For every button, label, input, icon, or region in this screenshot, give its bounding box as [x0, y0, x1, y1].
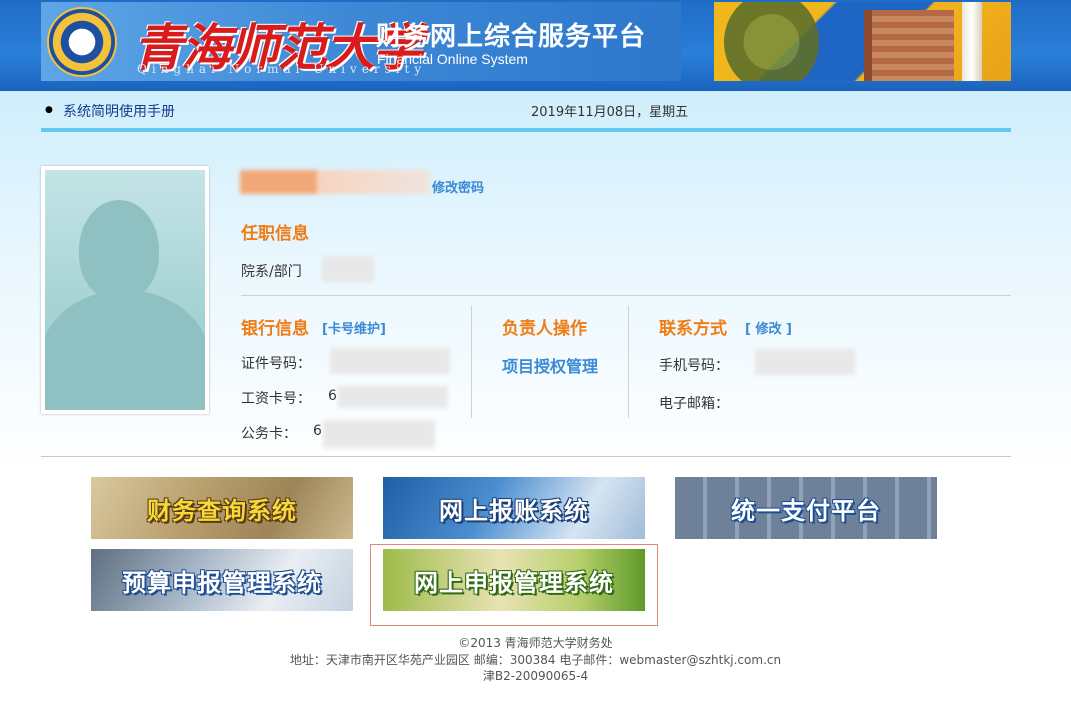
project-auth-link[interactable]: 项目授权管理: [502, 353, 598, 377]
phone-redacted: [755, 349, 855, 375]
official-card-label: 公务卡：: [241, 426, 297, 442]
official-card-redacted: [323, 420, 435, 448]
divider: [241, 295, 1011, 296]
university-seal-icon: [47, 7, 117, 77]
tile-label: 网上申报管理系统: [414, 568, 614, 597]
building-graphic: [864, 10, 954, 81]
user-name-redacted: [240, 170, 430, 194]
tile-label: 财务查询系统: [147, 496, 297, 525]
budget-declaration-tile[interactable]: 预算申报管理系统: [91, 549, 353, 611]
university-logo-banner: 青海师范大学 Qinghai Normal University 财务网上综合服…: [41, 2, 681, 81]
department-label: 院系/部门: [241, 264, 302, 280]
footer-address: 地址：天津市南开区华苑产业园区 邮编：300384 电子邮件：webmaster…: [289, 653, 782, 667]
id-number-redacted: [330, 348, 450, 374]
unified-payment-tile[interactable]: 统一支付平台: [675, 477, 937, 539]
footer-copyright: ©2013 青海师范大学财务处: [458, 636, 613, 650]
silhouette-head: [79, 200, 159, 300]
tile-label: 网上报账系统: [439, 496, 589, 525]
system-subtitle: Financial Online System: [377, 51, 528, 67]
column-graphic: [962, 2, 982, 81]
online-reimbursement-tile[interactable]: 网上报账系统: [383, 477, 645, 539]
department-value-redacted: [322, 256, 374, 282]
finance-query-tile[interactable]: 财务查询系统: [91, 477, 353, 539]
user-manual-link[interactable]: 系统简明使用手册: [45, 101, 175, 121]
system-title: 财务网上综合服务平台: [376, 21, 647, 51]
official-card-prefix: 6: [313, 423, 322, 439]
manager-ops-title: 负责人操作: [502, 319, 587, 339]
footer-license: 津B2-20090065-4: [482, 669, 589, 683]
avatar: [41, 166, 209, 414]
contact-title: 联系方式: [659, 319, 727, 339]
job-info-title: 任职信息: [241, 224, 309, 244]
id-number-label: 证件号码：: [241, 356, 311, 372]
tree-graphic: [724, 2, 819, 81]
column-divider: [471, 306, 472, 418]
salary-card-redacted: [338, 386, 448, 408]
current-date: 2019年11月08日，星期五: [531, 105, 689, 120]
nav-row: 系统简明使用手册 2019年11月08日，星期五: [41, 92, 1011, 132]
header-bar: 青海师范大学 Qinghai Normal University 财务网上综合服…: [0, 0, 1071, 91]
tile-label: 预算申报管理系统: [122, 568, 322, 597]
silhouette-body: [45, 290, 205, 410]
column-divider: [628, 306, 629, 418]
salary-card-label: 工资卡号：: [241, 391, 311, 407]
email-label: 电子邮箱：: [659, 396, 729, 412]
tile-label: 统一支付平台: [731, 496, 881, 525]
change-password-link[interactable]: 修改密码: [432, 177, 484, 196]
divider: [41, 456, 1011, 457]
card-maintain-link[interactable]: [卡号维护]: [322, 318, 386, 337]
campus-banner-image: [714, 2, 1011, 81]
online-declaration-tile[interactable]: 网上申报管理系统: [383, 549, 645, 611]
salary-card-prefix: 6: [328, 388, 337, 404]
bank-info-title: 银行信息: [241, 319, 309, 339]
contact-edit-link[interactable]: [ 修改 ]: [745, 318, 792, 337]
phone-label: 手机号码：: [659, 358, 729, 374]
